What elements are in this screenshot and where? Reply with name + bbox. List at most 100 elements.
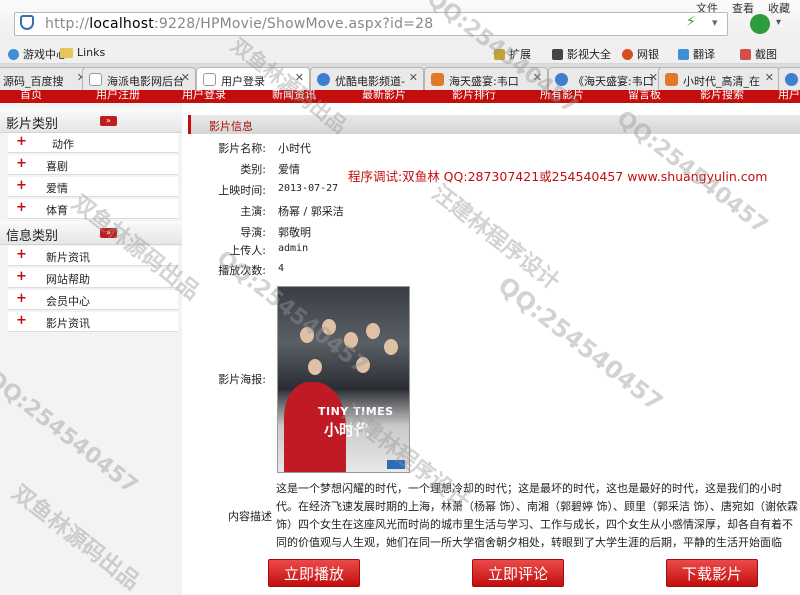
double-arrow-icon[interactable]: »: [100, 116, 117, 126]
tab-baidu[interactable]: 源码_百度搜✕: [0, 67, 92, 90]
shield-icon: [20, 15, 34, 30]
bank-icon: [622, 48, 633, 60]
movie-type: 爱情: [278, 163, 300, 176]
actors-label: 主演:: [240, 205, 266, 218]
movie-name: 小时代: [278, 142, 311, 155]
url-input[interactable]: http://localhost:9228/HPMovie/ShowMove.a…: [14, 12, 728, 36]
sidebar: 影片类别 » + 动作 + 喜剧 + 爱情 + 体育 信息类别 » + 新片资讯 + 网站帮…: [0, 103, 182, 595]
chevron-down-icon[interactable]: ▾: [776, 17, 781, 28]
name-label: 影片名称:: [218, 142, 266, 155]
nav-register[interactable]: 用户注册: [96, 90, 140, 102]
tab-haitian-1[interactable]: 海天盛宴:韦口 ✕: [424, 67, 548, 90]
scissors-icon: [740, 48, 751, 60]
nav-ranking[interactable]: 影片排行: [452, 90, 496, 102]
site-nav: 首页 用户注册 用户登录 新闻资讯 最新影片 影片排行 所有影片 留言板 影片搜…: [0, 90, 800, 103]
plus-icon: +: [16, 156, 27, 171]
search-icon[interactable]: [750, 14, 770, 34]
movie-date: 2013-07-27: [278, 183, 339, 194]
page-icon: [89, 73, 102, 86]
poster-figure: [300, 327, 314, 343]
sidebar-item-romance[interactable]: + 爱情: [8, 177, 178, 197]
plus-icon: +: [16, 200, 27, 215]
debug-note: 程序调试:双鱼林 QQ:287307421或254540457 www.shua…: [348, 169, 768, 184]
sidebar-item-movie-news[interactable]: + 影片资讯: [8, 312, 178, 332]
movie-uploader: admin: [278, 243, 309, 254]
nav-user[interactable]: 用户: [778, 90, 800, 102]
game-icon: [8, 48, 19, 60]
poster-figure: [356, 357, 370, 373]
plus-icon: +: [16, 247, 27, 262]
download-button[interactable]: 下载影片: [666, 559, 758, 587]
sidebar-item-sports[interactable]: + 体育: [8, 199, 178, 219]
play-icon: [555, 73, 568, 86]
tab-strip: 源码_百度搜✕ 海派电影网后台✕ 用户登录✕ 优酷电影频道-✕ 海天盛宴:韦口✕…: [0, 64, 800, 91]
plus-icon: +: [16, 269, 27, 284]
puzzle-icon: [494, 48, 505, 60]
poster-figure: [344, 332, 358, 348]
folder-icon: [60, 47, 73, 58]
poster-figure: [322, 319, 336, 335]
nav-login[interactable]: 用户登录: [182, 90, 226, 102]
director-label: 导演:: [240, 226, 266, 239]
plus-icon: +: [16, 134, 27, 149]
sidebar-item-help[interactable]: + 网站帮助: [8, 268, 178, 288]
movie-director: 郭敬明: [278, 226, 311, 239]
tab-youku[interactable]: 优酷电影频道- ✕: [310, 67, 424, 90]
movie-actors: 杨幂 / 郭采洁: [278, 205, 344, 218]
translate-button[interactable]: 翻译: [678, 46, 715, 62]
poster-title-en: TINY TIMES: [318, 405, 394, 418]
chevron-down-icon[interactable]: ▾: [712, 16, 718, 29]
double-arrow-icon[interactable]: »: [100, 228, 117, 238]
rating-badge: [387, 460, 405, 469]
ku-icon: [431, 73, 444, 86]
bookmark-links[interactable]: Links: [60, 46, 105, 59]
tab-youku-2[interactable]: 优酷: [778, 67, 800, 90]
plus-icon: +: [16, 291, 27, 306]
play-button[interactable]: 立即播放: [268, 559, 360, 587]
extensions-button[interactable]: 扩展: [494, 46, 531, 62]
tab-haitian-2[interactable]: 《海天盛宴:韦口 ✕: [548, 67, 664, 90]
close-icon[interactable]: ✕: [409, 71, 418, 84]
nav-latest[interactable]: 最新影片: [362, 90, 406, 102]
tab-login[interactable]: 用户登录 ✕: [196, 67, 310, 91]
close-icon[interactable]: ✕: [295, 71, 304, 84]
bookmarks-bar: 游戏中心 Links 扩展 影视大全 网银 翻译 截图: [0, 42, 800, 64]
menu-favorites[interactable]: 收藏: [768, 0, 790, 16]
play-icon: [785, 73, 798, 86]
sidebar-item-action[interactable]: + 动作: [8, 133, 178, 153]
nav-home[interactable]: 首页: [20, 90, 42, 102]
page-icon: [203, 73, 216, 86]
movie-plays: 4: [278, 263, 285, 274]
bank-button[interactable]: 网银: [622, 46, 659, 62]
screenshot-button[interactable]: 截图: [740, 46, 777, 62]
bookmark-game-center[interactable]: 游戏中心: [8, 46, 67, 62]
lightning-icon[interactable]: ⚡: [686, 14, 696, 30]
plays-label: 播放次数:: [218, 264, 266, 277]
ku-icon: [665, 73, 678, 86]
address-bar-row: 文件 查看 收藏 http://localhost:9228/HPMovie/S…: [0, 0, 800, 42]
poster-label: 影片海报:: [218, 373, 266, 386]
comment-button[interactable]: 立即评论: [472, 559, 564, 587]
sidebar-item-comedy[interactable]: + 喜剧: [8, 155, 178, 175]
close-icon[interactable]: ✕: [765, 71, 774, 84]
sidebar-item-new-releases[interactable]: + 新片资讯: [8, 246, 178, 266]
nav-all[interactable]: 所有影片: [540, 90, 584, 102]
info-category-header: 信息类别 »: [0, 221, 182, 245]
video-button[interactable]: 影视大全: [552, 46, 611, 62]
tab-tiny-times[interactable]: 小时代_高清_在 ✕: [658, 67, 780, 90]
close-icon[interactable]: ✕: [181, 71, 190, 84]
close-icon[interactable]: ✕: [533, 71, 542, 84]
movie-category-header: 影片类别 »: [0, 109, 182, 133]
tab-admin[interactable]: 海派电影网后台 ✕: [82, 67, 196, 90]
nav-search[interactable]: 影片搜索: [700, 90, 744, 102]
close-icon[interactable]: ✕: [649, 71, 658, 84]
sidebar-item-member[interactable]: + 会员中心: [8, 290, 178, 310]
plus-icon: +: [16, 178, 27, 193]
panel-header: 影片信息: [188, 115, 800, 134]
nav-guestbook[interactable]: 留言板: [628, 90, 661, 102]
desc-label: 内容描述: [228, 510, 272, 523]
nav-news[interactable]: 新闻资讯: [272, 90, 316, 102]
url-text[interactable]: http://localhost:9228/HPMovie/ShowMove.a…: [45, 16, 433, 32]
movie-description: 这是一个梦想闪耀的时代，一个理想冷却的时代；这是最坏的时代，这也是最好的时代，这…: [276, 482, 798, 549]
menu-view[interactable]: 查看: [732, 0, 754, 16]
